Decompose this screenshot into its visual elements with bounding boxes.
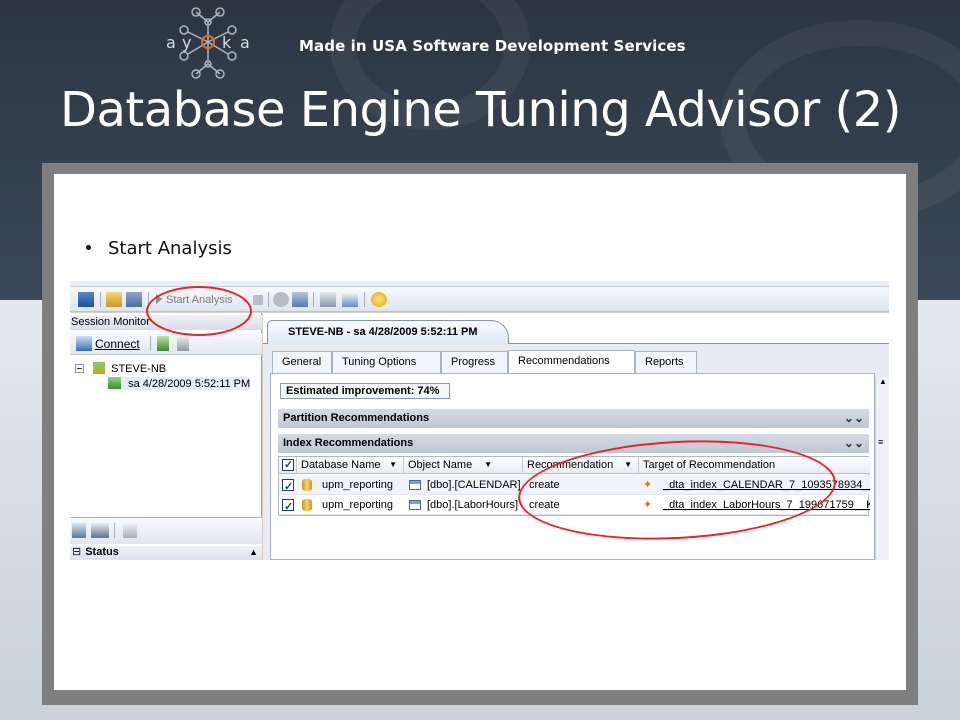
column-label: Object Name <box>408 459 473 471</box>
cell-object: [dbo].[CALENDAR] <box>427 479 521 491</box>
toolbar-separator <box>268 292 269 307</box>
session-tabs: General Tuning Options Progress Recommen… <box>270 350 889 374</box>
tree-item-session[interactable]: sa 4/28/2009 5:52:11 PM <box>108 377 251 390</box>
toolbar-separator <box>114 523 115 538</box>
properties-icon[interactable] <box>177 336 189 351</box>
collapse-status-icon[interactable]: ⊟ <box>72 546 81 558</box>
sort-alpha-icon[interactable] <box>91 523 109 538</box>
connect-button[interactable]: Connect <box>95 337 140 351</box>
help-icon[interactable] <box>371 292 387 307</box>
tree-item-label: STEVE-NB <box>111 363 167 375</box>
categorized-icon[interactable] <box>72 523 86 538</box>
database-icon <box>302 499 312 511</box>
bullet-dot-icon <box>86 245 91 250</box>
tree-item-label: sa 4/28/2009 5:52:11 PM <box>128 378 251 390</box>
column-header-object-name[interactable]: Object Name ▼ <box>404 457 523 474</box>
session-monitor-toolbar: Connect <box>70 333 262 355</box>
properties-toolbar <box>70 519 262 544</box>
row-checkbox[interactable] <box>282 477 294 497</box>
cancel-icon[interactable] <box>273 292 289 307</box>
tagline: Made in USA Software Development Service… <box>299 37 686 55</box>
dta-screenshot: Start Analysis Session Monitor Connect S… <box>70 281 889 560</box>
status-label: Status <box>85 546 119 558</box>
tab-general[interactable]: General <box>272 351 332 373</box>
scroll-up-arrow-icon[interactable]: ▲ <box>879 377 887 386</box>
session-icon <box>108 377 121 389</box>
logo-letter-k: k <box>222 33 232 52</box>
row-checkbox[interactable] <box>282 497 294 517</box>
scroll-up-icon[interactable]: ▲ <box>249 546 258 559</box>
scroll-grip-icon[interactable]: ≡ <box>878 437 883 447</box>
column-label: Database Name <box>301 459 381 471</box>
ayoka-logo: a y o k a <box>160 4 256 84</box>
toolbar-separator <box>313 292 314 307</box>
index-section-label: Index Recommendations <box>283 437 414 449</box>
estimated-improvement: Estimated improvement: 74% <box>280 383 450 399</box>
page-title: Database Engine Tuning Advisor (2) <box>60 82 901 138</box>
server-icon <box>93 362 106 374</box>
cell-database: upm_reporting <box>322 499 393 511</box>
partition-section-label: Partition Recommendations <box>283 412 430 424</box>
start-analysis-highlight <box>146 286 252 336</box>
cell-database: upm_reporting <box>322 479 393 491</box>
select-all-checkbox[interactable] <box>282 457 294 473</box>
status-property-row[interactable]: ⊟ Status ▲ <box>70 546 262 560</box>
session-document-tab[interactable]: STEVE-NB - sa 4/28/2009 5:52:11 PM <box>267 320 509 344</box>
property-pages-icon[interactable] <box>123 523 137 538</box>
tab-tuning-options[interactable]: Tuning Options <box>332 351 441 373</box>
logo-letter-y: y <box>182 33 191 52</box>
dropdown-arrow-icon[interactable]: ▼ <box>484 457 492 473</box>
chevron-down-icon[interactable]: ⌄⌄ <box>844 409 864 427</box>
bullet-text: Start Analysis <box>108 238 232 259</box>
logo-letter-a1: a <box>166 33 176 52</box>
tree-item-server[interactable]: STEVE-NB <box>75 362 166 375</box>
open-session-icon[interactable] <box>106 292 122 307</box>
database-icon <box>302 479 312 491</box>
options-icon[interactable] <box>320 292 336 307</box>
select-all-header[interactable] <box>279 457 297 474</box>
connect-icon[interactable] <box>342 292 358 307</box>
toolbar-separator <box>150 336 151 351</box>
tab-progress[interactable]: Progress <box>441 351 508 373</box>
refresh-icon[interactable] <box>157 336 169 351</box>
table-icon <box>409 480 421 490</box>
collapse-icon[interactable] <box>75 364 84 373</box>
new-session-icon[interactable] <box>78 292 94 307</box>
stop-icon[interactable] <box>253 295 263 305</box>
toolbar-separator <box>100 292 101 307</box>
vertical-scrollbar[interactable]: ▲ ≡ <box>875 377 889 560</box>
column-header-database-name[interactable]: Database Name ▼ <box>297 457 404 474</box>
partition-recommendations-header[interactable]: Partition Recommendations ⌄⌄ <box>278 409 869 428</box>
toolbar-separator <box>364 292 365 307</box>
connect-server-icon[interactable] <box>76 336 92 351</box>
dropdown-arrow-icon[interactable]: ▼ <box>389 457 397 473</box>
chevron-down-icon[interactable]: ⌄⌄ <box>844 434 864 452</box>
cell-object: [dbo].[LaborHours] <box>427 499 519 511</box>
export-icon[interactable] <box>292 292 308 307</box>
tab-recommendations[interactable]: Recommendations <box>508 350 635 374</box>
table-icon <box>409 500 421 510</box>
bullet-item: Start Analysis <box>86 238 232 259</box>
tab-reports[interactable]: Reports <box>635 351 697 373</box>
logo-letter-a2: a <box>240 33 250 52</box>
save-icon[interactable] <box>126 292 142 307</box>
